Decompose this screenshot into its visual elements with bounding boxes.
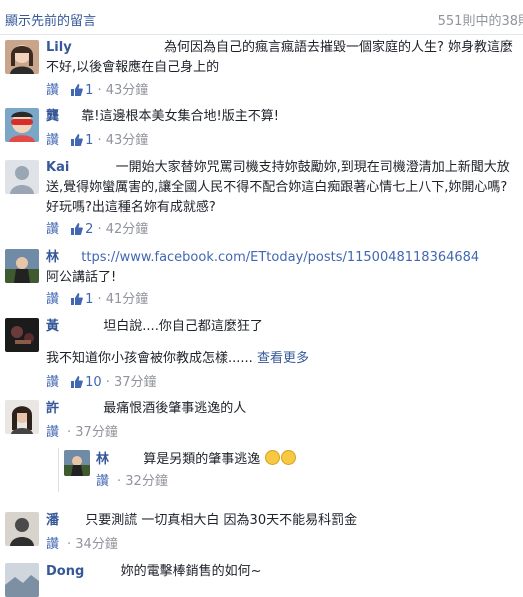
- timestamp[interactable]: 32分鐘: [125, 474, 168, 489]
- avatar[interactable]: [5, 563, 39, 597]
- comment-count: 551則中的38則: [437, 14, 523, 29]
- comment-meta: 讚 · 37分鐘: [46, 425, 118, 440]
- timestamp[interactable]: 34分鐘: [75, 537, 118, 552]
- timestamp[interactable]: 37分鐘: [114, 375, 157, 390]
- comment-body: 龔 靠!這邊根本美女集合地!版主不算!: [46, 108, 279, 126]
- thumbs-up-icon: [71, 293, 83, 310]
- like-button[interactable]: 讚: [46, 222, 59, 237]
- like-button[interactable]: 讚: [46, 375, 59, 390]
- comment-meta: 讚 1 · 41分鐘: [46, 292, 148, 310]
- comment-text: 一開始大家替妳咒罵司機支持妳鼓勵妳,到現在司機澄清加上新聞大放送,覺得妳蠻厲害的…: [46, 160, 510, 215]
- comment-body: 黃 坦白說....你自己都這麼狂了: [46, 318, 263, 336]
- reaction-count[interactable]: 10: [71, 375, 102, 390]
- reaction-count[interactable]: 2: [71, 222, 93, 237]
- grinning-emoji-icon: [265, 450, 281, 465]
- commenter-name[interactable]: 林: [46, 250, 59, 265]
- comment-body: 林 ttps://www.facebook.com/ETtoday/posts/…: [46, 249, 479, 267]
- avatar[interactable]: [5, 400, 39, 434]
- see-more-link[interactable]: 查看更多: [257, 351, 309, 366]
- avatar[interactable]: [5, 512, 39, 546]
- commenter-name[interactable]: 黃: [46, 319, 59, 334]
- comment-text: 最痛恨酒後肇事逃逸的人: [103, 401, 247, 416]
- reaction-count[interactable]: 1: [71, 292, 93, 307]
- reaction-count[interactable]: 1: [71, 133, 93, 148]
- comments-header: 顯示先前的留言 551則中的38則: [0, 0, 523, 35]
- reply-divider: [58, 448, 59, 492]
- timestamp[interactable]: 42分鐘: [106, 222, 149, 237]
- like-button[interactable]: 讚: [46, 133, 59, 148]
- avatar[interactable]: [5, 40, 39, 74]
- comment-text: 坦白說....你自己都這麼狂了: [103, 319, 263, 334]
- grinning-emoji-icon: [281, 450, 297, 465]
- thumbs-up-icon: [71, 376, 83, 393]
- commenter-name[interactable]: 許: [46, 401, 59, 416]
- reply-body: 林 算是另類的肇事逃逸: [96, 450, 297, 469]
- comment-text-2: 我不知道你小孩會被你教成怎樣...... 查看更多: [46, 351, 309, 366]
- avatar[interactable]: [5, 160, 39, 194]
- comment-meta: 讚 · 34分鐘: [46, 537, 118, 552]
- post-link[interactable]: ttps://www.facebook.com/ETtoday/posts/11…: [81, 250, 479, 265]
- thumbs-up-icon: [71, 84, 83, 101]
- commenter-name[interactable]: Kai: [46, 160, 69, 175]
- timestamp[interactable]: 43分鐘: [106, 133, 149, 148]
- reply-meta: 讚 · 32分鐘: [96, 474, 168, 489]
- comment-meta: 讚 2 · 42分鐘: [46, 222, 148, 240]
- avatar[interactable]: [64, 450, 90, 476]
- view-previous-comments-link[interactable]: 顯示先前的留言: [5, 10, 96, 29]
- comment-body: Kai 一開始大家替妳咒罵司機支持妳鼓勵妳,到現在司機澄清加上新聞大放送,覺得妳…: [46, 158, 518, 218]
- like-button[interactable]: 讚: [46, 292, 59, 307]
- timestamp[interactable]: 37分鐘: [75, 425, 118, 440]
- thumbs-up-icon: [71, 134, 83, 151]
- commenter-name[interactable]: 潘: [46, 513, 59, 528]
- like-button[interactable]: 讚: [96, 474, 109, 489]
- commenter-name[interactable]: 林: [96, 452, 109, 467]
- comment-text: 為何因為自己的瘋言瘋語去摧毀一個家庭的人生? 妳身教這麼不好,以後會報應在自己身…: [46, 40, 513, 75]
- comment-body: 潘 只要測謊 一切真相大白 因為30天不能易科罰金: [46, 512, 357, 530]
- comment-body: Dong 妳的電擊棒銷售的如何~: [46, 563, 261, 581]
- reaction-count[interactable]: 1: [71, 83, 93, 98]
- comment-body: Lily 為何因為自己的瘋言瘋語去摧毀一個家庭的人生? 妳身教這麼不好,以後會報…: [46, 38, 518, 78]
- comment-meta: 讚 10 · 37分鐘: [46, 375, 157, 393]
- thumbs-up-icon: [71, 223, 83, 240]
- comment-meta: 讚 1 · 43分鐘: [46, 83, 148, 101]
- commenter-name[interactable]: Dong: [46, 564, 84, 579]
- commenter-name[interactable]: Lily: [46, 40, 72, 55]
- commenter-name[interactable]: 龔: [46, 109, 59, 124]
- reply-text: 算是另類的肇事逃逸: [143, 452, 261, 467]
- comment-body: 許 最痛恨酒後肇事逃逸的人: [46, 400, 246, 418]
- timestamp[interactable]: 41分鐘: [106, 292, 149, 307]
- avatar[interactable]: [5, 108, 39, 142]
- like-button[interactable]: 讚: [46, 537, 59, 552]
- like-button[interactable]: 讚: [46, 425, 59, 440]
- comment-text: 只要測謊 一切真相大白 因為30天不能易科罰金: [85, 513, 358, 528]
- comment-text: 靠!這邊根本美女集合地!版主不算!: [81, 109, 279, 124]
- avatar[interactable]: [5, 318, 39, 352]
- comment-text: 阿公講話了!: [46, 270, 117, 285]
- timestamp[interactable]: 43分鐘: [106, 83, 149, 98]
- avatar[interactable]: [5, 249, 39, 283]
- comment-meta: 讚 1 · 43分鐘: [46, 133, 148, 151]
- like-button[interactable]: 讚: [46, 83, 59, 98]
- comment-text: 妳的電擊棒銷售的如何~: [120, 564, 262, 579]
